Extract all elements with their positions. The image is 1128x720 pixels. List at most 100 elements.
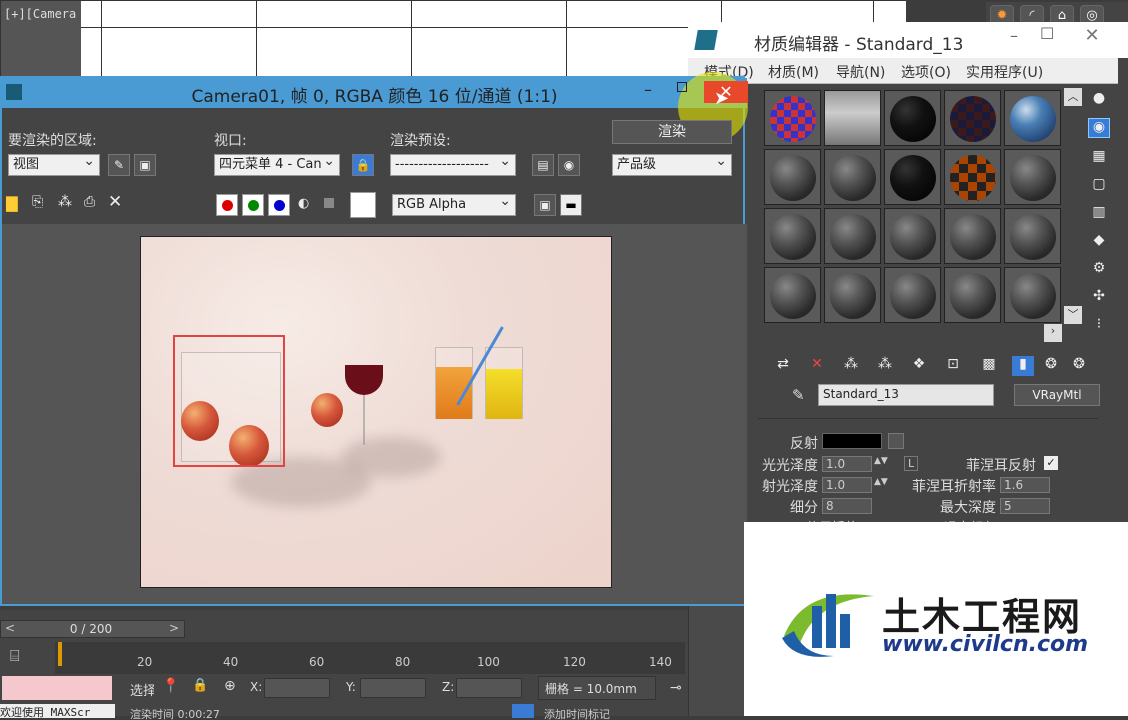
lock-icon[interactable]: 🔒 bbox=[192, 678, 208, 693]
menu-options[interactable]: 选项(O) bbox=[901, 62, 951, 82]
print-icon[interactable]: ⎙ bbox=[84, 194, 95, 210]
lock-l-button[interactable]: L bbox=[904, 456, 919, 471]
reflect-color-swatch[interactable] bbox=[822, 433, 882, 449]
viewport-label[interactable]: [+][Camera bbox=[4, 7, 76, 21]
go-sibling-icon[interactable]: ❂ bbox=[1068, 356, 1090, 376]
alpha-icon[interactable]: ◐ bbox=[298, 196, 309, 211]
red-channel-button[interactable] bbox=[216, 194, 238, 216]
reset-icon[interactable]: ✕ bbox=[806, 356, 828, 376]
material-slot[interactable] bbox=[884, 267, 941, 323]
material-slot[interactable] bbox=[764, 149, 821, 205]
toggle-ui-icon[interactable]: ▬ bbox=[560, 194, 582, 216]
lock-icon[interactable]: 🔒 bbox=[352, 154, 374, 176]
material-slot[interactable] bbox=[884, 149, 941, 205]
copy-material-icon[interactable]: ⁂ bbox=[840, 356, 862, 376]
scroll-up-icon[interactable]: ︿ bbox=[1064, 88, 1082, 106]
material-slot[interactable] bbox=[884, 90, 941, 146]
reflect-map-button[interactable] bbox=[888, 433, 904, 449]
material-slot[interactable] bbox=[824, 90, 881, 146]
scroll-right-icon[interactable]: › bbox=[1044, 324, 1062, 342]
put-to-scene-icon[interactable]: ⇄ bbox=[772, 356, 794, 376]
material-slot[interactable] bbox=[764, 90, 821, 146]
show-end-result-icon[interactable]: ▮ bbox=[1012, 356, 1034, 376]
maxscript-listener[interactable] bbox=[2, 676, 112, 700]
make-preview-icon[interactable]: ◆ bbox=[1088, 232, 1110, 252]
quality-select[interactable]: 产品级 bbox=[612, 152, 732, 176]
video-color-icon[interactable]: ▥ bbox=[1088, 204, 1110, 224]
clear-icon[interactable]: ✕ bbox=[108, 192, 122, 212]
select-by-material-icon[interactable]: ✣ bbox=[1088, 288, 1110, 308]
options-icon[interactable]: ⚙ bbox=[1088, 260, 1110, 280]
material-name-input[interactable]: Standard_13 bbox=[818, 384, 994, 406]
mono-icon[interactable] bbox=[324, 198, 334, 208]
track-bar-icon[interactable]: ⌸ bbox=[10, 646, 20, 666]
gloss-field[interactable]: 1.0 bbox=[822, 456, 872, 472]
material-slot[interactable] bbox=[944, 149, 1001, 205]
material-slot[interactable] bbox=[824, 267, 881, 323]
channel-select[interactable]: RGB Alpha bbox=[392, 192, 516, 216]
spinner-icon[interactable]: ▲▼ bbox=[874, 456, 888, 466]
frame-window-titlebar[interactable]: Camera01, 帧 0, RGBA 颜色 16 位/通道 (1:1) – ✕… bbox=[2, 72, 748, 142]
menu-utilities[interactable]: 实用程序(U) bbox=[966, 62, 1043, 82]
clone-icon[interactable]: ⁂ bbox=[58, 194, 72, 210]
render-button[interactable]: 渲染 bbox=[612, 120, 732, 144]
menu-material[interactable]: 材质(M) bbox=[768, 62, 819, 82]
sample-type-icon[interactable]: ● bbox=[1088, 90, 1110, 110]
background-icon[interactable]: ▦ bbox=[1088, 148, 1110, 168]
material-slot[interactable] bbox=[764, 267, 821, 323]
fresnel-ior-field[interactable]: 1.6 bbox=[1000, 477, 1050, 493]
preset-select[interactable]: -------------------- bbox=[390, 152, 516, 176]
key-icon[interactable]: ⊸ bbox=[670, 680, 682, 696]
color-swatch[interactable] bbox=[350, 192, 376, 218]
material-type-button[interactable]: VRayMtl bbox=[1014, 384, 1100, 406]
add-time-tag[interactable]: 添加时间标记 bbox=[544, 706, 674, 720]
rendered-image[interactable] bbox=[140, 236, 612, 588]
environment-icon[interactable]: ◉ bbox=[558, 154, 580, 176]
next-frame-icon[interactable]: > bbox=[169, 621, 179, 635]
go-parent-icon[interactable]: ❂ bbox=[1040, 356, 1062, 376]
material-slot[interactable] bbox=[944, 208, 1001, 264]
spinner-icon[interactable]: ▲▼ bbox=[874, 477, 888, 487]
edit-region-icon[interactable]: ✎ bbox=[108, 154, 130, 176]
material-navigator-icon[interactable]: ⁝ bbox=[1088, 316, 1110, 336]
max-depth-field[interactable]: 5 bbox=[1000, 498, 1050, 514]
material-slot[interactable] bbox=[764, 208, 821, 264]
material-editor-titlebar[interactable]: 材质编辑器 - Standard_13 – ☐ ✕ bbox=[688, 22, 1128, 58]
backlight-icon[interactable]: ◉ bbox=[1088, 118, 1110, 138]
x-coord-field[interactable] bbox=[264, 678, 330, 698]
blue-channel-button[interactable] bbox=[268, 194, 290, 216]
green-channel-button[interactable] bbox=[242, 194, 264, 216]
render-setup-icon[interactable]: ▤ bbox=[532, 154, 554, 176]
toggle-ui-overlay-icon[interactable]: ▣ bbox=[534, 194, 556, 216]
y-coord-field[interactable] bbox=[360, 678, 426, 698]
material-slot[interactable] bbox=[944, 267, 1001, 323]
close-icon[interactable]: ✕ bbox=[1062, 22, 1122, 52]
material-slot[interactable] bbox=[824, 208, 881, 264]
refr-gloss-field[interactable]: 1.0 bbox=[822, 477, 872, 493]
menu-navigation[interactable]: 导航(N) bbox=[836, 62, 885, 82]
uv-tiling-icon[interactable]: ▢ bbox=[1088, 176, 1110, 196]
auto-region-icon[interactable]: ▣ bbox=[134, 154, 156, 176]
show-map-icon[interactable]: ▩ bbox=[978, 356, 1000, 376]
time-slider[interactable]: < 0 / 200 > bbox=[0, 620, 185, 638]
material-id-icon[interactable]: ⊡ bbox=[942, 356, 964, 376]
material-slot[interactable] bbox=[1004, 208, 1061, 264]
material-slot[interactable] bbox=[944, 90, 1001, 146]
eyedropper-icon[interactable]: ✎ bbox=[792, 386, 805, 404]
minimize-icon[interactable]: – bbox=[1010, 26, 1018, 45]
z-coord-field[interactable] bbox=[456, 678, 522, 698]
material-slot[interactable] bbox=[1004, 267, 1061, 323]
unique-icon[interactable]: ⁂ bbox=[874, 356, 896, 376]
copy-icon[interactable]: ⎘ bbox=[32, 194, 43, 210]
maximize-icon[interactable] bbox=[677, 82, 687, 92]
time-ruler[interactable]: 20 40 60 80 100 120 140 bbox=[55, 642, 685, 674]
material-slot[interactable] bbox=[884, 208, 941, 264]
put-to-library-icon[interactable]: ❖ bbox=[908, 356, 930, 376]
fresnel-checkbox[interactable]: ✓ bbox=[1044, 456, 1058, 470]
subdiv-field[interactable]: 8 bbox=[822, 498, 872, 514]
save-icon[interactable]: ▇ bbox=[6, 194, 18, 212]
transform-type-icon[interactable]: ⊕ bbox=[224, 678, 236, 694]
material-slot[interactable] bbox=[824, 149, 881, 205]
maximize-icon[interactable]: ☐ bbox=[1040, 24, 1054, 43]
pin-icon[interactable]: 📍 bbox=[162, 678, 179, 694]
